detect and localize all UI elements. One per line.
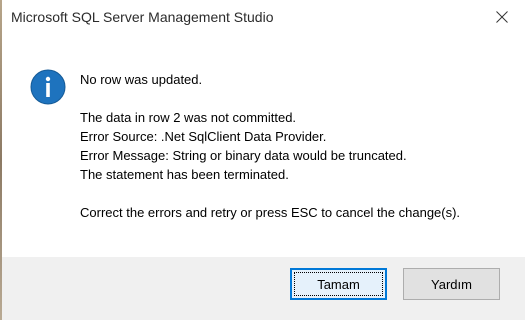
detail-statement-status: The statement has been terminated. — [80, 167, 289, 182]
close-button[interactable] — [479, 0, 525, 33]
message-instruction: Correct the errors and retry or press ES… — [80, 205, 461, 220]
info-icon — [30, 69, 66, 105]
help-button[interactable]: Yardım — [403, 268, 500, 300]
detail-row-status: The data in row 2 was not committed. — [80, 110, 297, 125]
button-bar: Tamam Yardım — [2, 257, 525, 320]
message-headline: No row was updated. — [80, 72, 203, 87]
ok-button-label: Tamam — [317, 276, 360, 292]
window-title: Microsoft SQL Server Management Studio — [11, 9, 274, 25]
detail-error-source: Error Source: .Net SqlClient Data Provid… — [80, 129, 327, 144]
message-dialog: Microsoft SQL Server Management Studio N… — [0, 0, 525, 320]
help-button-label: Yardım — [431, 276, 472, 292]
dialog-content: No row was updated. The data in row 2 wa… — [2, 35, 525, 257]
detail-error-message: Error Message: String or binary data wou… — [80, 148, 407, 163]
close-icon — [496, 11, 508, 23]
ok-button[interactable]: Tamam — [290, 268, 387, 300]
title-bar[interactable]: Microsoft SQL Server Management Studio — [2, 0, 525, 35]
message-text: No row was updated. The data in row 2 wa… — [80, 70, 510, 222]
